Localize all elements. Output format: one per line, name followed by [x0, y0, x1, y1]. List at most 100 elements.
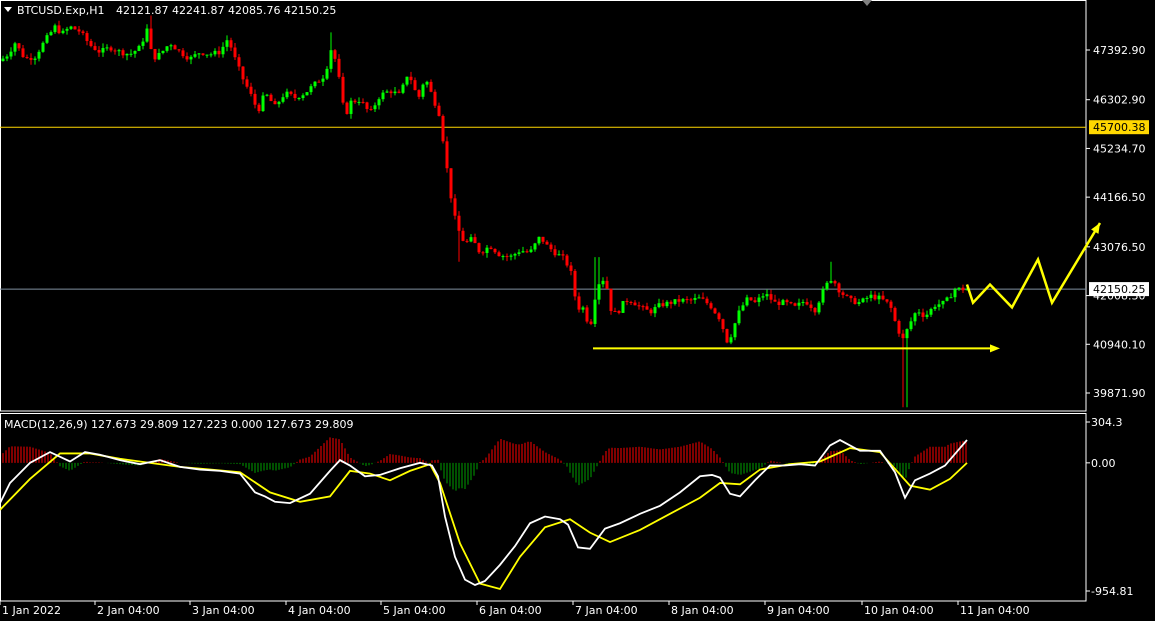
candle-body	[329, 50, 333, 69]
candle-body	[929, 308, 933, 315]
candle-body	[681, 299, 685, 302]
candle-body	[601, 280, 605, 285]
candle-body	[457, 215, 461, 231]
candle-body	[685, 299, 689, 301]
candle-body	[93, 46, 97, 50]
candle-body	[553, 249, 557, 256]
candle-body	[493, 248, 497, 253]
candle-body	[657, 303, 661, 308]
macd-pane-frame	[0, 413, 1087, 602]
candle-body	[697, 297, 701, 299]
candle-body	[529, 249, 533, 252]
time-tick-label: 8 Jan 04:00	[671, 604, 734, 617]
candle-body	[917, 312, 921, 314]
candle-body	[645, 306, 649, 310]
candle-body	[101, 48, 105, 53]
candle-body	[353, 100, 357, 103]
candle-body	[877, 295, 881, 300]
candle-body	[109, 47, 113, 51]
candle-body	[761, 296, 765, 298]
candle-body	[261, 95, 265, 112]
time-tick-label: 9 Jan 04:00	[767, 604, 830, 617]
time-tick-label: 11 Jan 04:00	[960, 604, 1030, 617]
candle-body	[181, 50, 185, 57]
candle-body	[713, 308, 717, 314]
candle-body	[453, 198, 457, 216]
candle-body	[773, 299, 777, 302]
candle-body	[729, 337, 733, 343]
price-tick-label: 46302.90	[1093, 94, 1146, 107]
candle-body	[641, 306, 645, 308]
candle-body	[869, 294, 873, 298]
candle-body	[889, 301, 893, 308]
candle-body	[305, 92, 309, 96]
candle-body	[369, 108, 373, 110]
candle-body	[885, 299, 889, 302]
candle-body	[621, 301, 625, 313]
candle-body	[949, 297, 953, 299]
candle-body	[381, 92, 385, 100]
macd-tick-label: 304.3	[1091, 416, 1123, 429]
candle-body	[921, 312, 925, 317]
candle-body	[233, 47, 237, 58]
candle-body	[89, 41, 93, 47]
candle-body	[433, 91, 437, 106]
candle-body	[173, 45, 177, 50]
candle-body	[289, 91, 293, 94]
candle-body	[341, 76, 345, 103]
candle-body	[285, 91, 289, 98]
candle-body	[121, 50, 125, 56]
candle-body	[649, 309, 653, 314]
candle-body	[105, 47, 109, 49]
candle-body	[841, 292, 845, 295]
candle-body	[789, 302, 793, 304]
candle-body	[373, 105, 377, 110]
price-tick-label: 43076.50	[1093, 241, 1146, 254]
candle-body	[933, 306, 937, 309]
candle-body	[485, 247, 489, 253]
candle-body	[945, 297, 949, 301]
candle-body	[333, 50, 337, 59]
candle-body	[585, 307, 589, 322]
candle-body	[497, 252, 501, 257]
candle-body	[141, 41, 145, 46]
candle-body	[561, 254, 565, 256]
candle-body	[617, 311, 621, 313]
candle-body	[113, 50, 117, 52]
candle-body	[209, 54, 213, 56]
candle-body	[221, 46, 225, 55]
candle-body	[881, 295, 885, 300]
candle-body	[809, 304, 813, 308]
candle-body	[777, 301, 781, 305]
candle-body	[133, 50, 137, 54]
candle-body	[129, 53, 133, 55]
candle-body	[205, 54, 209, 56]
macd-pane[interactable]	[0, 413, 1087, 602]
candle-body	[737, 310, 741, 324]
candle-body	[437, 105, 441, 116]
candle-body	[637, 305, 641, 307]
candle-body	[241, 66, 245, 80]
candle-body	[589, 321, 593, 324]
candle-body	[785, 300, 789, 303]
candle-body	[849, 295, 853, 299]
candle-body	[33, 58, 37, 60]
candle-body	[325, 68, 329, 79]
price-tick-label: 44166.50	[1093, 191, 1146, 204]
candle-body	[673, 299, 677, 304]
candle-body	[157, 52, 161, 60]
price-pane[interactable]	[0, 0, 1087, 412]
candle-body	[913, 313, 917, 322]
time-tick-label: 3 Jan 04:00	[192, 604, 255, 617]
time-tick-label: 10 Jan 04:00	[864, 604, 934, 617]
candle-body	[317, 81, 321, 83]
candle-body	[577, 296, 581, 310]
trading-chart[interactable]: 47392.90 46302.90 45234.70 44166.50 43076.50…	[0, 0, 1155, 621]
candle-body	[229, 40, 233, 48]
price-tick-label: 45234.70	[1093, 142, 1146, 155]
candle-body	[309, 86, 313, 93]
candle-body	[521, 251, 525, 253]
candle-body	[629, 302, 633, 304]
candle-body	[153, 49, 157, 60]
candle-body	[717, 313, 721, 320]
